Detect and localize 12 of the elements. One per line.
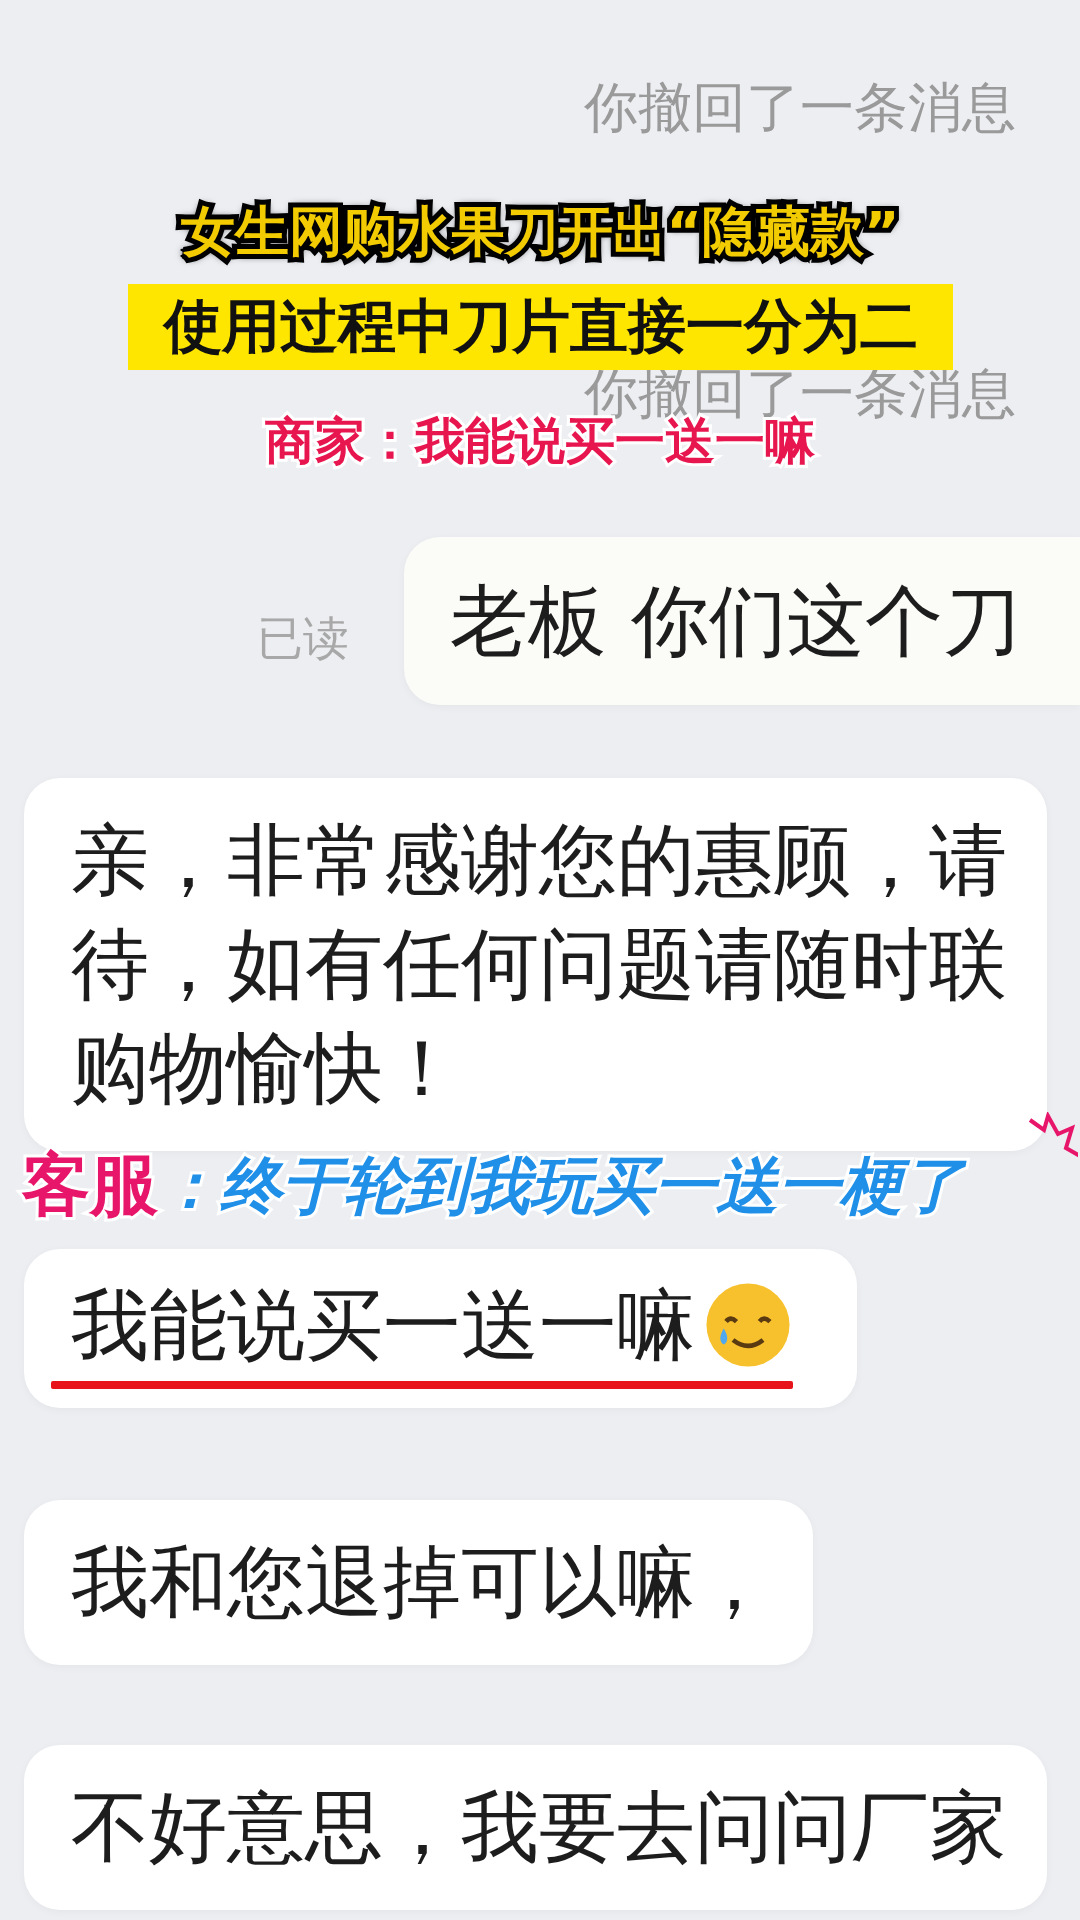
message-text: 不好意思，我要去问问厂家 [71, 1781, 1007, 1874]
message-text: 待，如有任何问题请随时联 [71, 918, 1007, 1011]
message-text: 老板 你们这个刀 [450, 575, 1021, 668]
caption-subheadline: 使用过程中刀片直接一分为二 [128, 284, 953, 370]
read-receipt: 已读 [257, 610, 349, 667]
recall-notice: 你撤回了一条消息 [584, 75, 1016, 141]
message-text: 亲，非常感谢您的惠顾，请 [71, 814, 1007, 907]
message-text: 我能说买一送一嘛 [71, 1279, 695, 1372]
caption-speaker: 客服 [22, 1144, 158, 1226]
message-text: 购物愉快！ [71, 1022, 461, 1115]
caption-headline: 女生网购水果刀开出“隐藏款” [179, 199, 901, 265]
message-text: 我和您退掉可以嘛， [71, 1536, 773, 1629]
